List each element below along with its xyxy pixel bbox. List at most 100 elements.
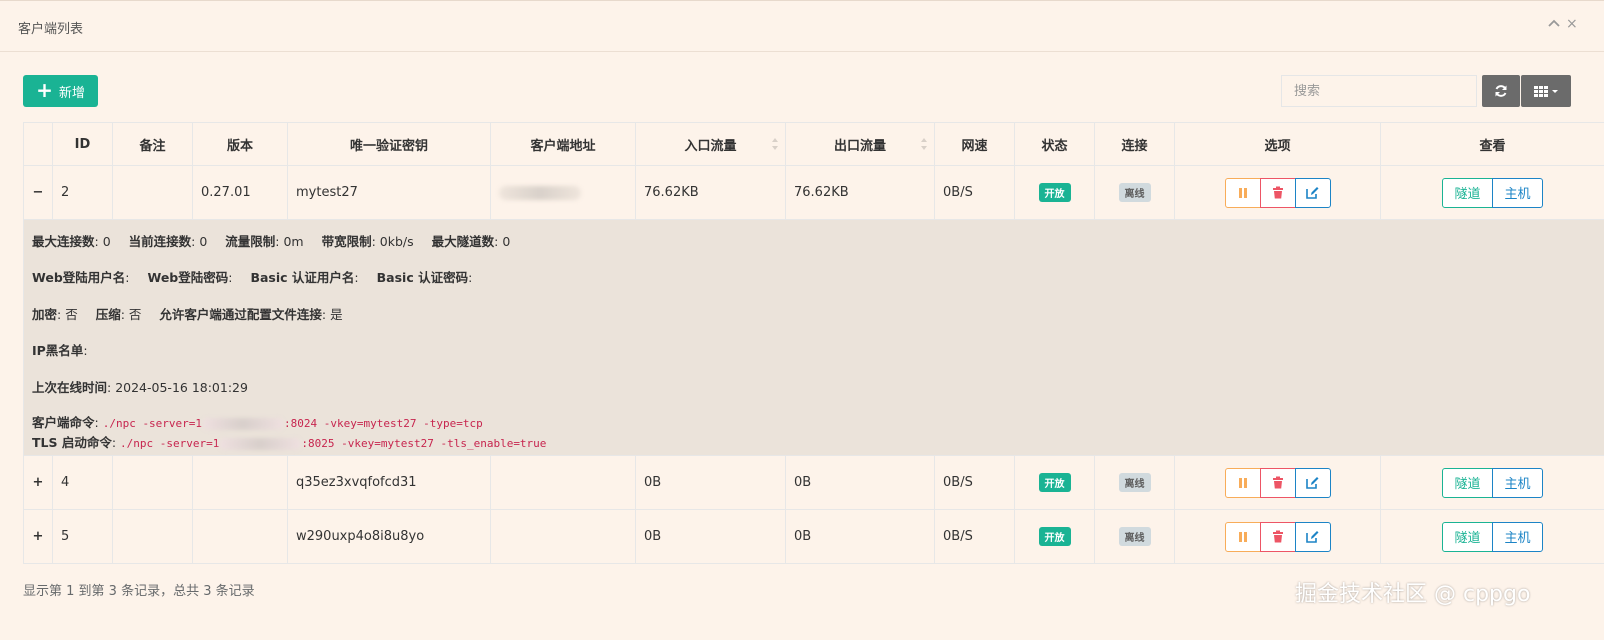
- panel-header: 客户端列表 ×: [0, 0, 1604, 52]
- delete-button[interactable]: [1259, 177, 1296, 208]
- columns-button[interactable]: [1521, 75, 1571, 107]
- host-button[interactable]: 主机: [1492, 467, 1543, 498]
- cell-remark: [112, 509, 193, 564]
- tls-command-code: ./npc -server=1:8025 -vkey=mytest27 -tls…: [120, 437, 546, 450]
- pause-icon: [1238, 187, 1247, 198]
- column-header-id[interactable]: ID: [52, 122, 113, 166]
- label-compress: 压缩: [95, 307, 121, 322]
- host-button[interactable]: 主机: [1492, 177, 1543, 208]
- value-basic-pass: :: [468, 270, 473, 285]
- label-max-conn: 最大连接数: [32, 234, 95, 249]
- column-header-connection[interactable]: 连接: [1094, 122, 1175, 166]
- add-button[interactable]: + 新增: [23, 75, 98, 107]
- label-web-pass: Web登陆密码: [147, 270, 229, 285]
- refresh-button[interactable]: [1482, 75, 1520, 107]
- host-button[interactable]: 主机: [1492, 521, 1543, 552]
- detail-blacklist: IP黑名单:: [32, 340, 88, 359]
- value-compress: : 否: [120, 307, 142, 322]
- status-badge: 开放: [1038, 527, 1071, 546]
- column-header-inflow[interactable]: 入口流量: [635, 122, 786, 166]
- detail-flags: 加密: 否 压缩: 否 允许客户端通过配置文件连接: 是: [32, 304, 343, 323]
- connection-badge: 离线: [1118, 183, 1151, 202]
- pause-button[interactable]: [1224, 467, 1261, 498]
- cell-view: 隧道 主机: [1380, 165, 1604, 220]
- column-header-outflow-label: 出口流量: [833, 138, 886, 154]
- column-header-vkey[interactable]: 唯一验证密钥: [287, 122, 491, 166]
- trash-icon: [1272, 530, 1283, 543]
- label-blacklist: IP黑名单: [32, 343, 84, 358]
- label-last-online: 上次在线时间: [32, 380, 108, 395]
- delete-button[interactable]: [1259, 521, 1296, 552]
- status-badge: 开放: [1038, 183, 1071, 202]
- delete-button[interactable]: [1259, 467, 1296, 498]
- label-flow-limit: 流量限制: [225, 234, 276, 249]
- detail-auth: Web登陆用户名: Web登陆密码: Basic 认证用户名: Basic 认证…: [32, 267, 472, 286]
- cell-view: 隧道 主机: [1380, 509, 1604, 564]
- value-web-user: :: [125, 270, 130, 285]
- table-row: + 5 w290uxp4o8i8u8yo 0B 0B 0B/S 开放 离线 隧道…: [23, 509, 1604, 564]
- value-max-conn: : 0: [94, 234, 111, 249]
- trash-icon: [1272, 186, 1283, 199]
- value-cur-conn: : 0: [191, 234, 208, 249]
- chevron-up-icon[interactable]: [1547, 17, 1561, 31]
- tunnel-button[interactable]: 隧道: [1442, 177, 1493, 208]
- cell-id: 4: [52, 455, 113, 510]
- pause-button[interactable]: [1224, 521, 1261, 552]
- cell-options: [1174, 509, 1381, 564]
- detail-cell: 最大连接数: 0 当前连接数: 0 流量限制: 0m 带宽限制: 0kb/s 最…: [23, 219, 1604, 456]
- label-crypt: 加密: [32, 307, 58, 322]
- cell-speed: 0B/S: [934, 509, 1015, 564]
- cell-connection: 离线: [1094, 509, 1175, 564]
- connection-badge: 离线: [1118, 527, 1151, 546]
- edit-button[interactable]: [1294, 521, 1331, 552]
- column-header-outflow[interactable]: 出口流量: [785, 122, 935, 166]
- expand-row-button[interactable]: +: [23, 509, 53, 564]
- detail-content: 最大连接数: 0 当前连接数: 0 流量限制: 0m 带宽限制: 0kb/s 最…: [25, 221, 1604, 455]
- edit-button[interactable]: [1294, 177, 1331, 208]
- pause-button[interactable]: [1224, 177, 1261, 208]
- label-rate-limit: 带宽限制: [321, 234, 372, 249]
- edit-icon: [1306, 531, 1319, 543]
- collapse-row-button[interactable]: −: [23, 165, 53, 220]
- value-web-pass: :: [228, 270, 233, 285]
- cell-inflow: 76.62KB: [635, 165, 786, 220]
- cmd-prefix: ./npc -server=1: [102, 417, 203, 430]
- value-max-tunnel: : 0: [494, 234, 511, 249]
- search-input[interactable]: [1281, 75, 1477, 107]
- cell-vkey: mytest27: [287, 165, 491, 220]
- edit-button[interactable]: [1294, 467, 1331, 498]
- column-header-address[interactable]: 客户端地址: [490, 122, 636, 166]
- redacted-server: [219, 438, 302, 450]
- tunnel-button[interactable]: 隧道: [1442, 521, 1493, 552]
- expand-row-button[interactable]: +: [23, 455, 53, 510]
- view-buttons: 隧道 主机: [1442, 467, 1543, 498]
- sort-icon[interactable]: [920, 137, 928, 151]
- value-rate-limit: : 0kb/s: [371, 234, 414, 249]
- cell-id: 2: [52, 165, 113, 220]
- tunnel-button[interactable]: 隧道: [1442, 467, 1493, 498]
- column-header-status[interactable]: 状态: [1014, 122, 1095, 166]
- column-header-remark[interactable]: 备注: [112, 122, 193, 166]
- label-basic-user: Basic 认证用户名: [250, 270, 355, 285]
- pause-icon: [1238, 477, 1247, 488]
- sort-icon[interactable]: [771, 137, 779, 151]
- cell-remark: [112, 165, 193, 220]
- cell-options: [1174, 165, 1381, 220]
- table-row: + 4 q35ez3xvqfofcd31 0B 0B 0B/S 开放 离线 隧道…: [23, 455, 1604, 510]
- edit-icon: [1306, 477, 1319, 489]
- column-header-version[interactable]: 版本: [192, 122, 288, 166]
- edit-icon: [1306, 187, 1319, 199]
- close-icon[interactable]: ×: [1566, 16, 1578, 32]
- colon-sep: :: [94, 415, 103, 430]
- client-list-panel: 客户端列表 × + 新增 搜索 ID 备注 版本 唯一验证密钥 客户端地址 入口…: [0, 0, 1604, 640]
- column-header-expander: [23, 122, 53, 166]
- cell-outflow: 0B: [785, 509, 935, 564]
- column-header-options: 选项: [1174, 122, 1381, 166]
- value-crypt: : 否: [57, 307, 78, 322]
- detail-row: 最大连接数: 0 当前连接数: 0 流量限制: 0m 带宽限制: 0kb/s 最…: [23, 219, 1604, 456]
- trash-icon: [1272, 476, 1283, 489]
- column-header-speed[interactable]: 网速: [934, 122, 1015, 166]
- refresh-icon: [1495, 85, 1507, 97]
- label-web-user: Web登陆用户名: [32, 270, 126, 285]
- detail-client-command: 客户端命令: ./npc -server=1:8024 -vkey=mytest…: [32, 412, 483, 431]
